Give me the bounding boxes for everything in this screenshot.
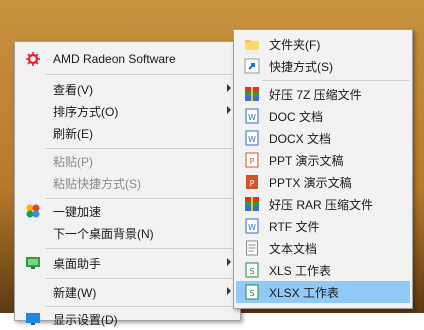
submenu-item-label: DOC 文档	[269, 109, 324, 124]
menu-separator	[45, 198, 238, 199]
menu-item-amd-radeon[interactable]: AMD Radeon Software	[15, 48, 240, 70]
amd-radeon-icon	[25, 51, 41, 67]
menu-separator	[45, 248, 238, 249]
svg-text:W: W	[248, 223, 256, 232]
menu-item-desktop-assistant[interactable]: 桌面助手	[15, 252, 240, 274]
menu-item-label: 桌面助手	[53, 256, 102, 271]
pptx-file-icon: P	[244, 174, 260, 190]
xls-file-icon: S	[244, 262, 260, 278]
submenu-item-xlsx[interactable]: S XLSX 工作表	[236, 281, 410, 303]
submenu-item-docx[interactable]: W DOCX 文档	[234, 127, 412, 149]
speedup-icon	[25, 203, 41, 219]
menu-item-label: 排序方式(O)	[53, 104, 119, 119]
menu-separator	[262, 80, 410, 81]
menu-item-paste[interactable]: 粘贴(P)	[15, 150, 240, 172]
submenu-item-pptx[interactable]: P PPTX 演示文稿	[234, 171, 412, 193]
menu-separator	[45, 278, 238, 279]
shortcut-icon	[244, 58, 260, 74]
svg-text:P: P	[250, 179, 255, 188]
menu-item-label: 一键加速	[53, 204, 102, 219]
docx-file-icon: W	[244, 130, 260, 146]
menu-item-label: 粘贴快捷方式(S)	[53, 176, 141, 191]
desktop-assistant-icon	[25, 255, 41, 271]
menu-item-label: 查看(V)	[53, 82, 93, 97]
menu-item-view[interactable]: 查看(V)	[15, 78, 240, 100]
submenu-item-label: 文本文档	[269, 241, 318, 256]
archive-rar-icon	[244, 196, 260, 212]
submenu-arrow-icon	[227, 258, 231, 266]
menu-item-label: 粘贴(P)	[53, 154, 93, 169]
menu-item-label: 下一个桌面背景(N)	[53, 226, 154, 241]
submenu-item-label: XLSX 工作表	[269, 285, 340, 300]
menu-item-speedup[interactable]: 一键加速	[15, 200, 240, 222]
xlsx-file-icon: S	[244, 284, 260, 300]
doc-file-icon: W	[244, 108, 260, 124]
submenu-arrow-icon	[227, 84, 231, 92]
submenu-item-label: PPTX 演示文稿	[269, 175, 352, 190]
menu-item-label: 新建(W)	[53, 285, 97, 300]
submenu-item-folder[interactable]: 文件夹(F)	[234, 33, 412, 55]
menu-item-next-background[interactable]: 下一个桌面背景(N)	[15, 222, 240, 244]
folder-icon	[244, 36, 260, 52]
submenu-item-xls[interactable]: S XLS 工作表	[234, 259, 412, 281]
svg-text:W: W	[248, 113, 256, 122]
menu-item-display-settings[interactable]: 显示设置(D)	[15, 308, 240, 330]
submenu-item-label: 快捷方式(S)	[269, 59, 333, 74]
menu-item-refresh[interactable]: 刷新(E)	[15, 122, 240, 144]
submenu-item-label: 文件夹(F)	[269, 37, 321, 52]
submenu-item-text[interactable]: 文本文档	[234, 237, 412, 259]
desktop-context-menu: AMD Radeon Software 查看(V) 排序方式(O) 刷新(E) …	[14, 41, 241, 327]
submenu-item-ppt[interactable]: P PPT 演示文稿	[234, 149, 412, 171]
new-submenu: 文件夹(F) 快捷方式(S) 好压 7Z 压缩文件 W DOC 文档 W DOC…	[233, 29, 413, 309]
menu-separator	[45, 148, 238, 149]
rtf-file-icon: W	[244, 218, 260, 234]
submenu-item-rar[interactable]: 好压 RAR 压缩文件	[234, 193, 412, 215]
svg-text:S: S	[249, 267, 254, 276]
submenu-item-label: 好压 RAR 压缩文件	[269, 197, 374, 212]
submenu-item-label: XLS 工作表	[269, 263, 332, 278]
submenu-arrow-icon	[227, 106, 231, 114]
menu-separator	[45, 306, 238, 307]
menu-item-label: AMD Radeon Software	[53, 52, 176, 66]
submenu-item-label: 好压 7Z 压缩文件	[269, 87, 362, 102]
submenu-item-label: PPT 演示文稿	[269, 153, 344, 168]
submenu-item-7z[interactable]: 好压 7Z 压缩文件	[234, 83, 412, 105]
submenu-item-doc[interactable]: W DOC 文档	[234, 105, 412, 127]
menu-separator	[45, 74, 238, 75]
menu-item-label: 刷新(E)	[53, 126, 93, 141]
svg-text:P: P	[250, 157, 255, 166]
submenu-item-label: RTF 文件	[269, 219, 320, 234]
ppt-file-icon: P	[244, 152, 260, 168]
submenu-item-label: DOCX 文档	[269, 131, 332, 146]
menu-item-sort[interactable]: 排序方式(O)	[15, 100, 240, 122]
menu-item-paste-shortcut[interactable]: 粘贴快捷方式(S)	[15, 172, 240, 194]
display-settings-icon	[25, 311, 41, 327]
menu-item-label: 显示设置(D)	[53, 312, 118, 327]
archive-7z-icon	[244, 86, 260, 102]
submenu-item-shortcut[interactable]: 快捷方式(S)	[234, 55, 412, 77]
svg-text:S: S	[249, 289, 254, 298]
text-file-icon	[244, 240, 260, 256]
menu-item-new[interactable]: 新建(W)	[15, 281, 240, 303]
submenu-item-rtf[interactable]: W RTF 文件	[234, 215, 412, 237]
submenu-arrow-icon	[227, 287, 231, 295]
svg-text:W: W	[248, 135, 256, 144]
